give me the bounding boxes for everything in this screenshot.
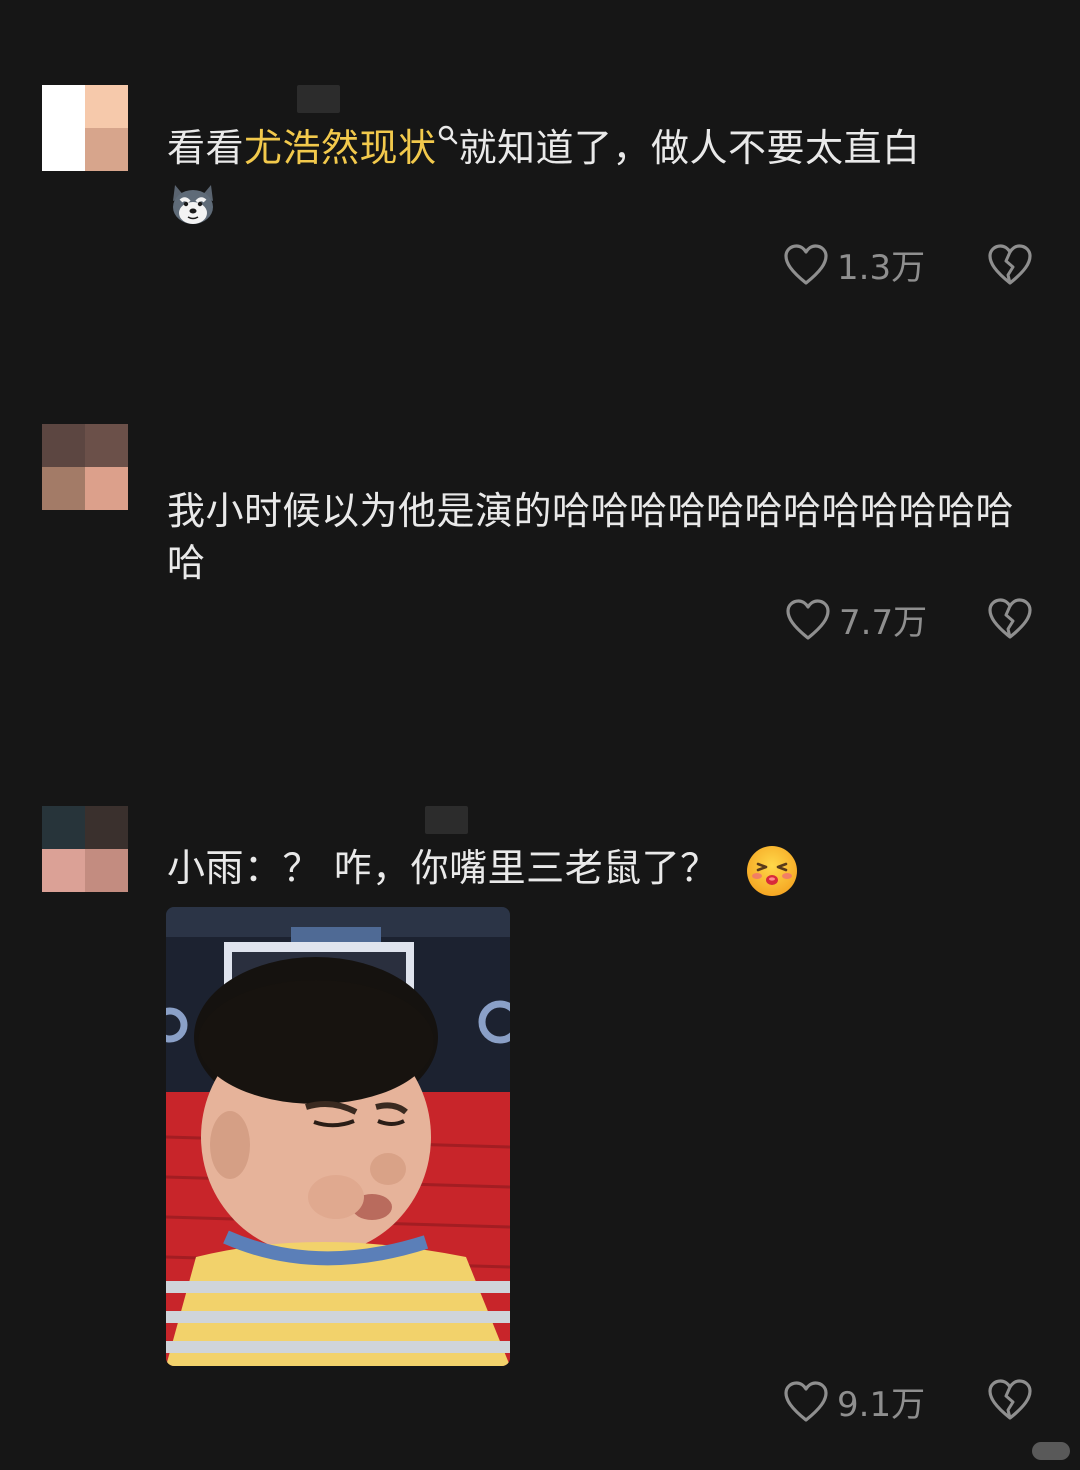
comment-text: 我小时候以为他是演的哈哈哈哈哈哈哈哈哈哈哈哈哈 [167,489,1015,585]
kissing-face-icon [747,845,798,896]
username-blurred[interactable] [297,85,340,113]
comment-body: 小雨：？ 咋，你嘴里三老鼠了？ [167,846,719,890]
search-keyword-link[interactable]: 尤浩然现状 [244,126,437,170]
broken-heart-icon[interactable] [987,597,1033,641]
comment-text-suffix: 就知道了，做人不要太直白 [458,126,921,170]
husky-dog-face-icon [173,184,213,224]
heart-outline-icon [784,1380,828,1422]
like-button[interactable]: 7.7万 [785,595,927,644]
like-count: 1.3万 [837,248,926,288]
like-button[interactable]: 1.3万 [783,240,925,289]
avatar[interactable] [42,85,128,171]
broken-heart-icon[interactable] [987,243,1033,287]
comment-text: 看看尤浩然现状 就知道了，做人不要太直白 [167,122,1027,229]
username-blurred[interactable] [425,806,468,834]
heart-outline-icon [786,598,830,640]
comment-text: 小雨：？ 咋，你嘴里三老鼠了？ [167,842,867,898]
broken-heart-icon[interactable] [987,1378,1033,1422]
like-count: 7.7万 [839,603,928,643]
boy-frowning-meme-photo[interactable] [166,907,510,1366]
comment-text-prefix: 看看 [167,126,245,170]
like-count: 9.1万 [837,1385,926,1425]
meme-photo-illustration [166,907,510,1366]
search-icon[interactable] [437,124,459,146]
watermark-logo [1032,1442,1070,1460]
avatar[interactable] [42,424,128,510]
like-button[interactable]: 9.1万 [783,1377,925,1426]
heart-outline-icon [784,243,828,285]
avatar[interactable] [42,806,128,892]
